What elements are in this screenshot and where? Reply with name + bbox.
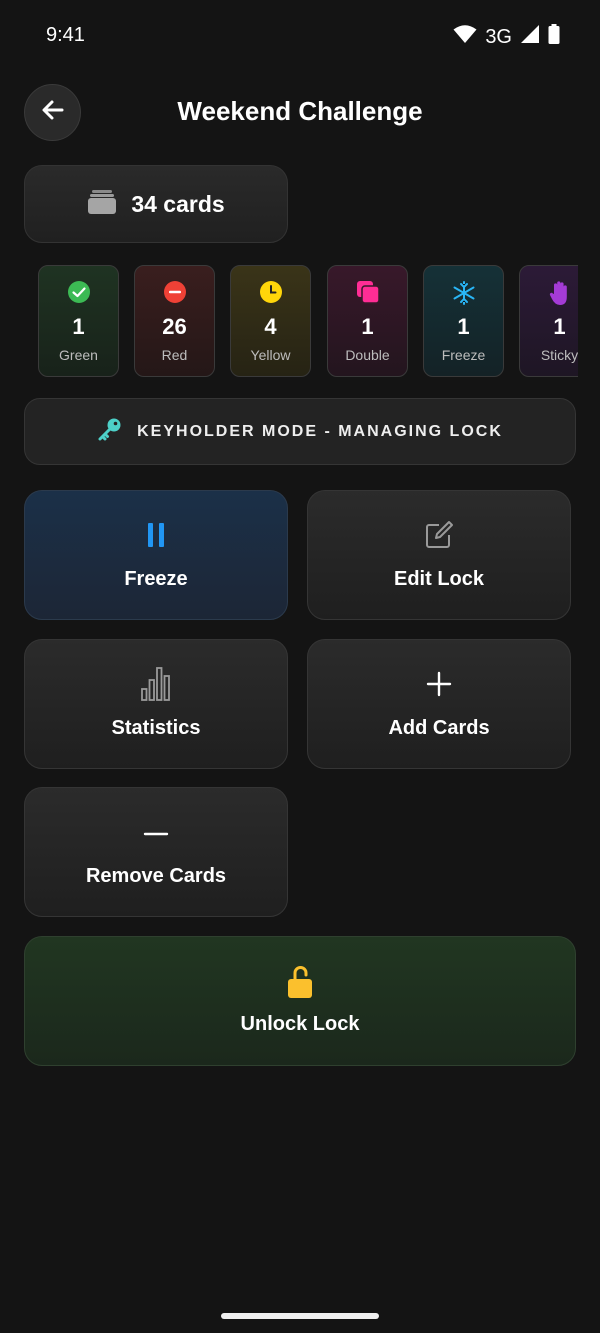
status-time: 9:41 [46,24,85,46]
edit-lock-button[interactable]: Edit Lock [307,490,571,620]
chip-count: 1 [553,314,566,339]
keyholder-mode-banner: KEYHOLDER MODE - MANAGING LOCK [24,398,576,465]
header: Weekend Challenge [0,84,600,141]
add-cards-button[interactable]: Add Cards [307,639,571,769]
hand-icon [548,280,572,306]
home-indicator[interactable] [221,1313,379,1319]
chip-label: Freeze [441,347,486,363]
page-title: Weekend Challenge [177,96,423,126]
unlock-lock-label: Unlock Lock [240,1013,360,1035]
statistics-label: Statistics [111,717,201,739]
chip-count: 1 [457,314,470,339]
network-type: 3G [485,25,512,48]
card-count: 34 cards [131,190,225,217]
edit-lock-label: Edit Lock [393,568,484,590]
bar-chart-icon [141,666,171,706]
chip-red[interactable]: 26 Red [134,265,215,377]
card-count-panel: 34 cards [24,165,288,243]
clock-icon [259,280,283,306]
freeze-label: Freeze [124,568,188,590]
cards-stack-icon [87,189,117,220]
chip-yellow[interactable]: 4 Yellow [230,265,311,377]
key-icon [97,416,123,447]
status-icons: 3G [453,24,560,50]
chip-count: 4 [264,314,277,339]
chip-count: 1 [361,314,374,339]
chip-label: Sticky [540,347,578,363]
check-circle-icon [67,280,91,306]
chip-freeze[interactable]: 1 Freeze [423,265,504,377]
minus-icon [143,819,169,850]
freeze-button[interactable]: Freeze [24,490,288,620]
cellular-signal-icon [520,24,540,50]
statistics-button[interactable]: Statistics [24,639,288,769]
unlock-lock-button[interactable]: Unlock Lock [24,936,576,1066]
edit-icon [424,520,454,555]
keyholder-mode-label: KEYHOLDER MODE - MANAGING LOCK [137,422,503,440]
chip-count: 1 [72,314,85,339]
remove-cards-button[interactable]: Remove Cards [24,787,288,917]
chip-label: Yellow [250,347,291,363]
add-cards-label: Add Cards [388,717,490,739]
chip-count: 26 [162,314,187,339]
chip-double[interactable]: 1 Double [327,265,408,377]
chip-sticky[interactable]: 1 Sticky [519,265,578,377]
status-bar: 9:41 3G [0,0,600,70]
double-card-icon [356,280,380,306]
wifi-icon [453,24,477,50]
pause-icon [146,522,166,553]
chip-green[interactable]: 1 Green [38,265,119,377]
chip-label: Red [161,347,188,363]
chip-label: Double [345,347,390,363]
battery-icon [548,24,560,50]
unlock-icon [287,965,313,1001]
minus-circle-icon [163,280,187,306]
plus-icon [426,671,452,702]
card-type-list: 1 Green 26 Red 4 Yellow 1 Double 1 Freez… [38,265,578,377]
remove-cards-label: Remove Cards [85,865,227,887]
snowflake-icon [451,280,477,306]
chip-label: Green [59,347,98,363]
